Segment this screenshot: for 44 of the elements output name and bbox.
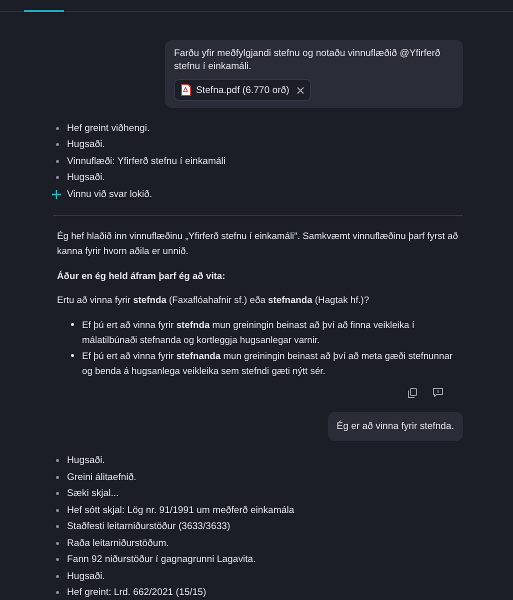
step-text: Sæki skjal... <box>67 487 119 501</box>
step-text: Fann 92 niðurstöður í gagnagrunni Lagavita. <box>67 553 256 567</box>
bullet-icon <box>56 558 59 562</box>
step-text: Hef greint viðhengi. <box>67 122 150 136</box>
bullet-icon <box>56 508 59 512</box>
tab-indicator <box>24 10 64 12</box>
bullet-icon <box>56 126 59 130</box>
answer-paragraph: Ég hef hlaðið inn vinnuflæðinu „Yfirferð stefnu í einkamáli". Samkvæmt vinnuflæðinu þarf fyrst að kanna fyrir hvorn aðila er unnið. <box>57 228 459 258</box>
bullet-icon <box>56 176 59 180</box>
step-text: Vinnu við svar lokið. <box>67 188 152 202</box>
bullet-icon <box>56 542 59 545</box>
step-text: Hef greint: Lrd. 662/2021 (15/15) <box>67 586 206 600</box>
step-text: Greini álitaefnið. <box>67 470 136 484</box>
step-text: Vinnuflæði: Yfirferð stefnu í einkamáli <box>67 154 226 168</box>
comment-icon[interactable] <box>433 388 443 396</box>
message-text: Ég er að vinna fyrir stefnda. <box>336 420 454 432</box>
message-text: Farðu yfir meðfylgjandi stefnu og notaðu vinnuflæðið @Yfirferð stefnu í einkamáli. <box>174 47 442 73</box>
step-text: Hef sótt skjal: Lög nr. 91/1991 um meðferð einkamála <box>67 504 294 518</box>
bullet-icon <box>56 143 59 146</box>
attachment-name: Stefna.pdf (6.770 orð) <box>196 84 290 96</box>
step-text: Hugsaði. <box>67 138 105 152</box>
answer-list-item: Ef þú ert að vinna fyrir stefnda mun greiningin beinast að því að finna veikleika í málatilbúnaði stefnanda og kortleggja hugsanlegar varnir. <box>82 318 416 347</box>
step-text: Raða leitarniðurstöðum. <box>67 536 169 550</box>
close-icon[interactable] <box>297 86 304 94</box>
bullet-icon <box>56 574 59 578</box>
answer-paragraph: Ertu að vinna fyrir stefnda (Faxaflóahafnir sf.) eða stefnanda (Hagtak hf.)? <box>57 293 370 307</box>
bullet-icon <box>56 525 59 528</box>
bullet-icon <box>56 492 59 496</box>
attachment-chip[interactable]: Stefna.pdf (6.770 orð) <box>174 79 312 101</box>
answer-heading: Áður en ég held áfram þarf ég að vita: <box>57 268 226 283</box>
bullet-icon <box>71 354 74 356</box>
step-text: Staðfesti leitarniðurstöður (3633/3633) <box>67 520 230 534</box>
step-text: Hugsaði. <box>67 171 105 185</box>
bullet-icon <box>56 591 59 594</box>
pdf-file-icon <box>181 84 191 96</box>
bullet-icon <box>71 322 74 326</box>
plus-icon <box>52 190 61 199</box>
step-text: Hugsaði. <box>67 454 105 468</box>
answer-list-item: Ef þú ert að vinna fyrir stefnanda mun greiningin beinast að því að meta gæði stefnunnar og benda á hugsanlega veikleika sem stefndi gæti nýtt sér. <box>82 348 454 378</box>
step-text: Hugsaði. <box>67 570 105 584</box>
bullet-icon <box>56 459 59 462</box>
bullet-icon <box>56 476 59 479</box>
bullet-icon <box>56 160 59 163</box>
copy-icon[interactable] <box>408 388 417 398</box>
